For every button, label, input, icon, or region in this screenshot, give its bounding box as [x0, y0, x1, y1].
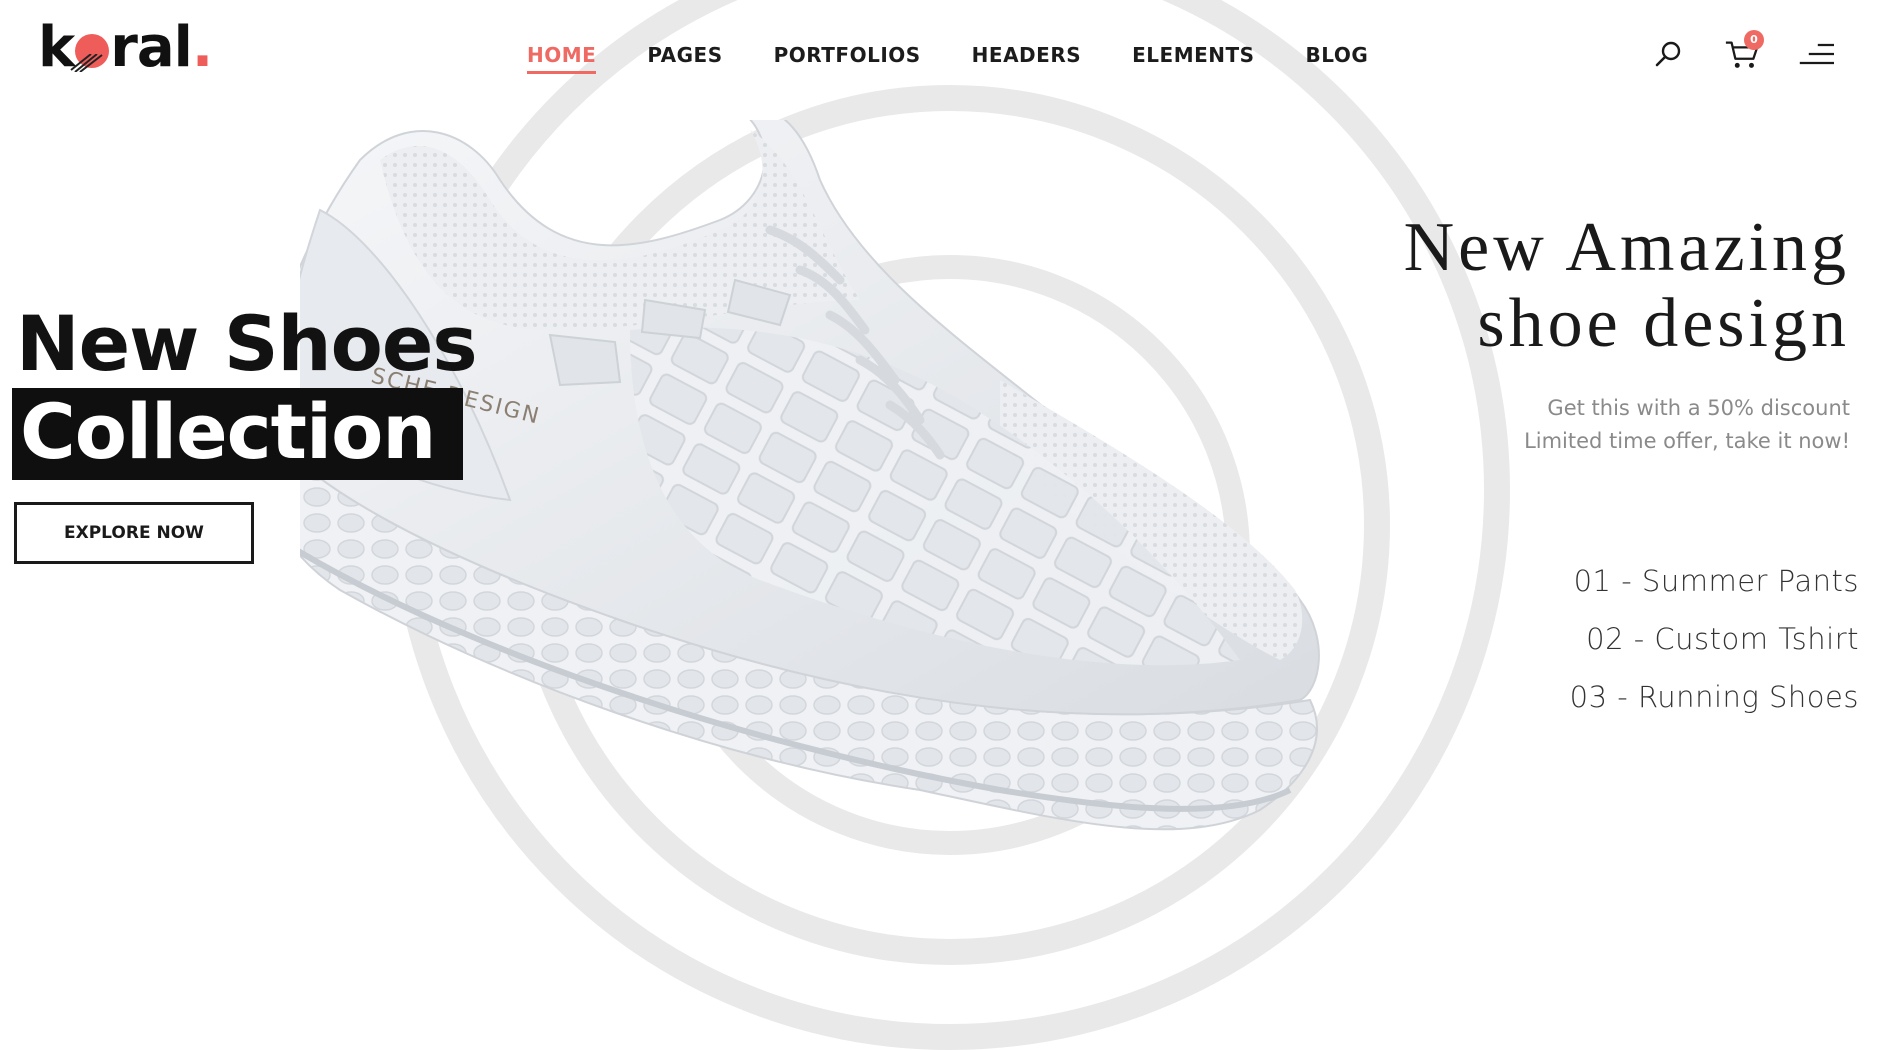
collection-item-running-shoes[interactable]: 03 - Running Shoes	[1570, 668, 1859, 726]
promo-title-line2: shoe design	[1477, 285, 1850, 362]
cart-count-badge: 0	[1744, 30, 1764, 50]
explore-now-button[interactable]: EXPLORE NOW	[14, 502, 254, 564]
collection-item-custom-tshirt[interactable]: 02 - Custom Tshirt	[1570, 610, 1859, 668]
nav-item-elements[interactable]: ELEMENTS	[1132, 40, 1254, 70]
nav-item-portfolios[interactable]: PORTFOLIOS	[774, 40, 921, 70]
menu-button[interactable]	[1798, 36, 1834, 72]
hamburger-menu-icon	[1799, 43, 1834, 65]
promo-subtitle: Get this with a 50% discount Limited tim…	[1404, 392, 1850, 458]
logo-o-circle	[70, 34, 110, 72]
promo-block: New Amazing shoe design Get this with a 5…	[1404, 210, 1850, 458]
main-navigation: HOME PAGES PORTFOLIOS HEADERS ELEMENTS B…	[527, 40, 1419, 74]
cart-button[interactable]: 0	[1724, 30, 1764, 72]
promo-title: New Amazing shoe design	[1404, 210, 1850, 362]
header-actions: 0	[1650, 30, 1834, 72]
promo-title-line1: New Amazing	[1403, 209, 1850, 286]
collection-item-summer-pants[interactable]: 01 - Summer Pants	[1570, 552, 1859, 610]
search-button[interactable]	[1650, 36, 1686, 72]
hero-title-line1: New Shoes	[16, 299, 478, 388]
search-icon	[1655, 41, 1681, 67]
nav-item-home[interactable]: HOME	[527, 40, 597, 74]
promo-subtitle-line1: Get this with a 50% discount	[1547, 396, 1850, 420]
hero-title-line2: Collection	[12, 388, 464, 480]
nav-item-pages[interactable]: PAGES	[647, 40, 722, 70]
nav-item-headers[interactable]: HEADERS	[972, 40, 1081, 70]
collection-list: 01 - Summer Pants 02 - Custom Tshirt 03 …	[1570, 552, 1859, 726]
nav-item-blog[interactable]: BLOG	[1306, 40, 1369, 70]
logo-text: k ral.	[38, 15, 213, 80]
hero-left-block: New Shoes Collection EXPLORE NOW	[12, 299, 478, 564]
promo-subtitle-line2: Limited time offer, take it now!	[1524, 429, 1850, 453]
logo-dot: .	[191, 15, 213, 80]
logo-letters-ral: ral	[110, 15, 193, 80]
site-logo[interactable]: k ral.	[38, 16, 228, 86]
